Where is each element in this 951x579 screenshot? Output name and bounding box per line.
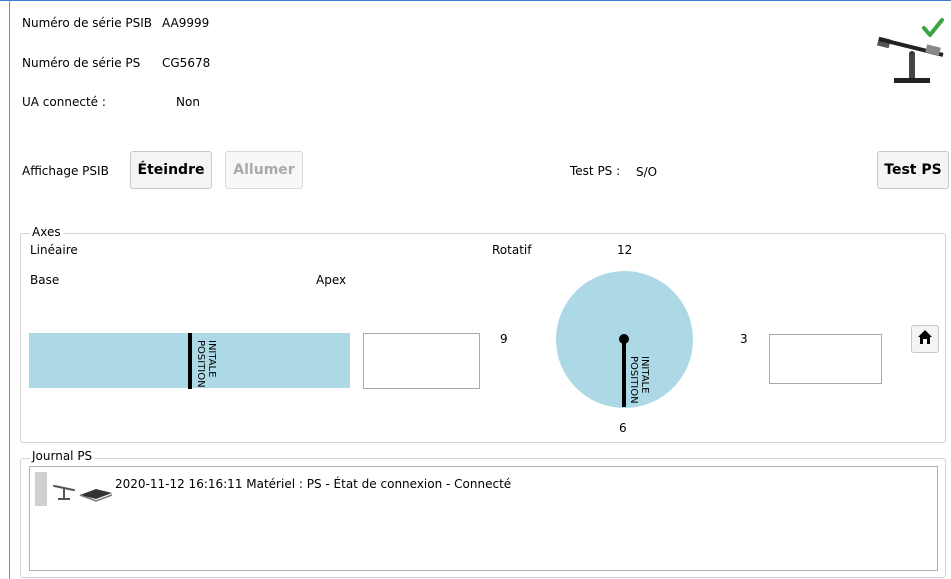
test-ps-label: Test PS : [570,164,621,178]
psib-serial-label: Numéro de série PSIB [22,16,153,30]
linear-label: Linéaire [30,243,78,257]
linear-position-label-2: INITALE [206,340,217,378]
linear-position-label-1: POSITION [195,340,206,388]
psib-serial-value: AA9999 [162,16,210,30]
journal-scroll-indicator[interactable] [35,472,47,506]
apex-label: Apex [316,273,347,287]
ua-connected-value: Non [176,95,200,109]
dial-6-label: 6 [619,421,627,435]
turn-off-button[interactable]: Éteindre [130,151,212,189]
ps-serial-value: CG5678 [162,56,211,70]
ps-serial-label: Numéro de série PS [22,56,141,70]
base-label: Base [30,273,60,287]
rotary-position-label-2: INITALE [639,356,650,394]
device-connected-icon [872,14,950,90]
rotary-position-needle[interactable] [622,339,626,407]
rotary-label: Rotatif [492,243,532,257]
window-top-border [0,0,951,1]
seesaw-icon [52,482,76,502]
test-ps-button[interactable]: Test PS [877,151,949,189]
linear-value-input[interactable] [363,333,480,389]
dial-12-label: 12 [617,243,633,257]
turn-on-button[interactable]: Allumer [225,151,303,189]
journal-entry-text: 2020-11-12 16:16:11 Matériel : PS - État… [115,477,512,491]
home-button[interactable] [911,325,939,353]
ua-connected-label: UA connecté : [22,95,106,109]
home-icon [917,329,933,349]
chip-icon [78,485,114,503]
rotary-position-label-1: POSITION [628,356,639,404]
display-label: Affichage PSIB [22,164,109,178]
rotary-value-input[interactable] [769,334,882,384]
linear-position-marker[interactable] [188,333,192,389]
dial-9-label: 9 [500,332,508,346]
test-ps-value: S/O [636,165,658,179]
axes-title: Axes [30,225,63,239]
dial-3-label: 3 [740,332,748,346]
journal-title: Journal PS [30,449,95,463]
window-left-border [9,0,10,579]
